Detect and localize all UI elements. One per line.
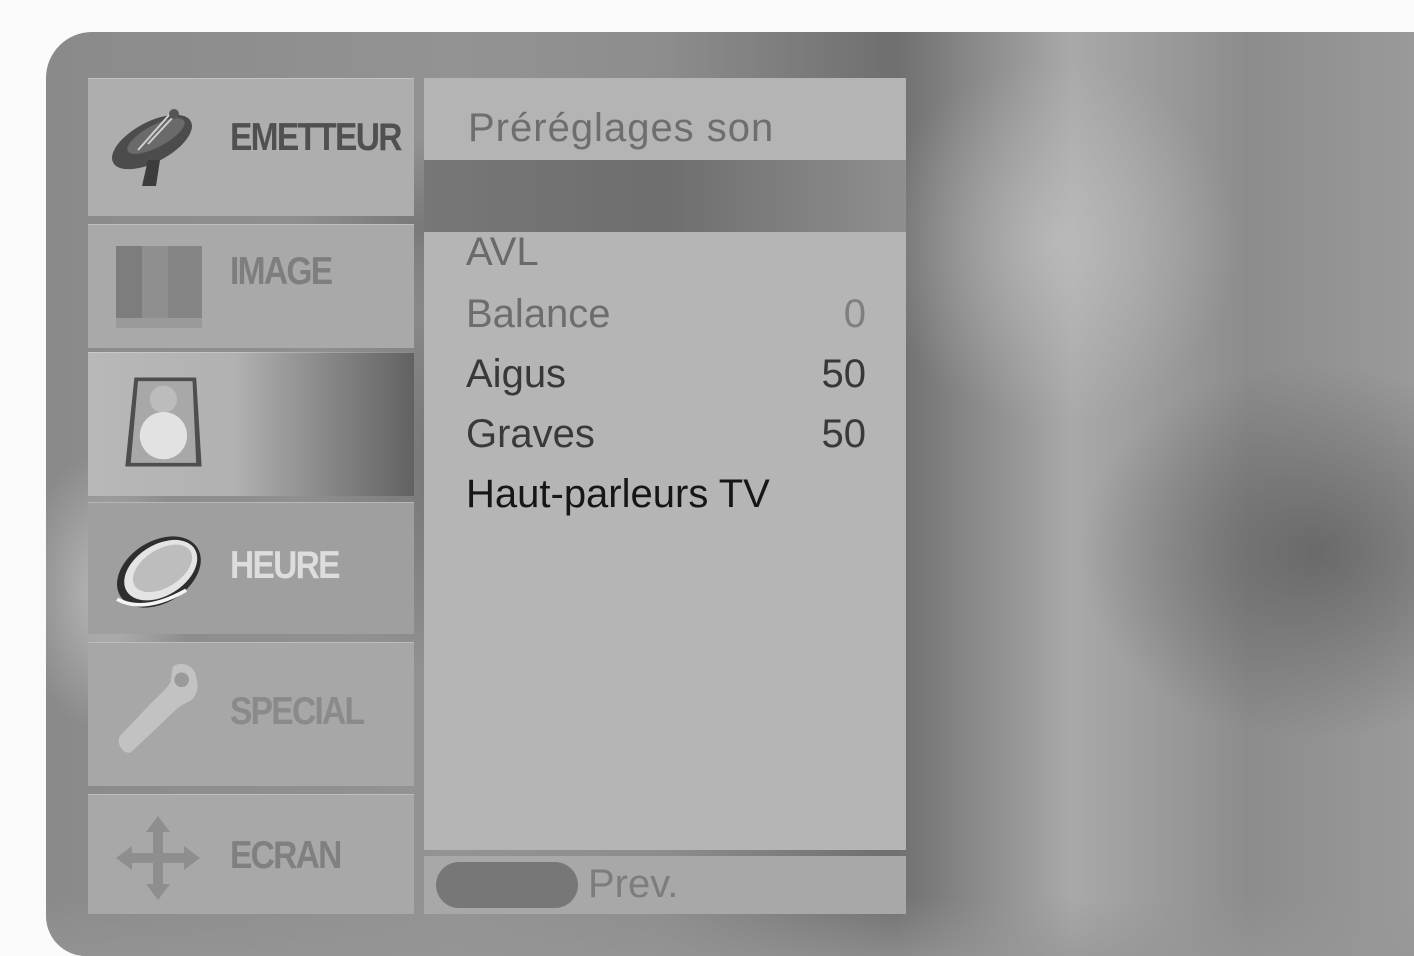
menu-item-value: 0 [843,292,866,336]
prev-button-key[interactable] [436,862,578,908]
picture-icon [116,246,202,328]
sidebar-item-heure[interactable]: HEURE [88,502,414,634]
menu-item-value: 50 [821,352,867,396]
panel-title-shadow [424,160,906,232]
menu-item-label: Aigus [466,352,567,396]
sound-menu-panel: AVL Balance 0 Aigus 50 Graves 50 Haut-pa… [424,230,906,850]
menu-item-value: 50 [821,412,867,456]
menu-item-haut-parleurs-tv[interactable]: Haut-parleurs TV [466,472,866,522]
satellite-dish-icon [112,109,192,186]
move-arrows-icon [116,816,200,900]
menu-item-label: AVL [466,230,539,274]
menu-item-aigus[interactable]: Aigus 50 [466,352,866,402]
prev-label: Prev. [588,862,679,906]
panel-title-bar: Préréglages son [424,78,906,160]
sidebar-item-image[interactable]: IMAGE [88,224,414,348]
sidebar-item-label: IMAGE [230,250,333,293]
sidebar-item-label: SPECIAL [230,690,365,733]
sidebar-item-label: HEURE [230,544,341,587]
menu-item-label: Graves [466,412,595,456]
menu-item-label: Haut-parleurs TV [466,472,770,516]
menu-item-avl[interactable]: AVL [466,230,866,280]
screen-background: EMETTEUR IMAGE HEURE SPECIAL ECRAN Préré… [0,0,1414,956]
menu-item-graves[interactable]: Graves 50 [466,412,866,462]
wrench-icon [118,663,198,753]
sidebar-item-son[interactable] [88,352,414,496]
sidebar-item-ecran[interactable]: ECRAN [88,794,414,914]
clock-icon [116,536,201,608]
sidebar-item-label: ECRAN [230,834,342,877]
speaker-icon [125,377,202,467]
sidebar-item-emetteur[interactable]: EMETTEUR [88,78,414,216]
menu-item-balance[interactable]: Balance 0 [466,292,866,342]
panel-title: Préréglages son [468,106,775,150]
footer-bar: Prev. [424,856,906,914]
sidebar-item-label: EMETTEUR [230,116,402,159]
menu-item-label: Balance [466,292,611,336]
sidebar-item-special[interactable]: SPECIAL [88,642,414,786]
